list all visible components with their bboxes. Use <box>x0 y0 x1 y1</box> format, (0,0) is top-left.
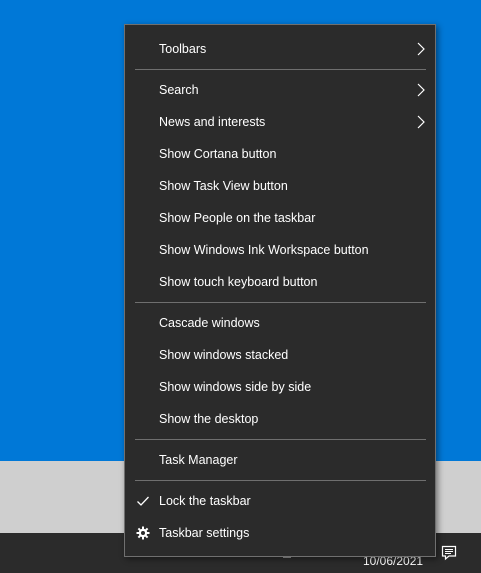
menu-item-label: Show windows side by side <box>159 380 312 394</box>
menu-item-label: Show People on the taskbar <box>159 211 316 225</box>
menu-item-label: Show Windows Ink Workspace button <box>159 243 369 257</box>
menu-separator <box>135 439 426 440</box>
menu-separator <box>135 69 426 70</box>
menu-item-cascade-windows[interactable]: Cascade windows <box>125 307 435 339</box>
taskbar-context-menu: Toolbars Search News and interests Show … <box>124 24 436 557</box>
menu-separator <box>135 302 426 303</box>
menu-item-toolbars[interactable]: Toolbars <box>125 33 435 65</box>
menu-item-label: Show Task View button <box>159 179 288 193</box>
chevron-right-icon <box>417 83 425 97</box>
menu-item-label: Show the desktop <box>159 412 259 426</box>
menu-item-label: Show windows stacked <box>159 348 289 362</box>
menu-item-show-the-desktop[interactable]: Show the desktop <box>125 403 435 435</box>
action-center-icon <box>441 545 457 561</box>
menu-item-show-windows-side-by-side[interactable]: Show windows side by side <box>125 371 435 403</box>
menu-item-show-cortana-button[interactable]: Show Cortana button <box>125 138 435 170</box>
checkmark-icon <box>135 493 151 509</box>
menu-separator <box>135 480 426 481</box>
menu-item-task-manager[interactable]: Task Manager <box>125 444 435 476</box>
menu-item-label: Show touch keyboard button <box>159 275 318 289</box>
menu-item-label: Search <box>159 83 199 97</box>
menu-item-label: Task Manager <box>159 453 238 467</box>
chevron-right-icon <box>417 115 425 129</box>
menu-item-lock-the-taskbar[interactable]: Lock the taskbar <box>125 485 435 517</box>
menu-item-news-and-interests[interactable]: News and interests <box>125 106 435 138</box>
menu-item-show-touch-keyboard[interactable]: Show touch keyboard button <box>125 266 435 298</box>
menu-item-taskbar-settings[interactable]: Taskbar settings <box>125 517 435 549</box>
menu-item-show-people[interactable]: Show People on the taskbar <box>125 202 435 234</box>
menu-item-label: News and interests <box>159 115 266 129</box>
menu-item-search[interactable]: Search <box>125 74 435 106</box>
chevron-right-icon <box>417 42 425 56</box>
menu-item-show-windows-stacked[interactable]: Show windows stacked <box>125 339 435 371</box>
menu-item-label: Toolbars <box>159 42 207 56</box>
menu-item-label: Cascade windows <box>159 316 260 330</box>
gear-icon <box>135 525 151 541</box>
action-center-button[interactable] <box>437 541 461 565</box>
menu-item-label: Lock the taskbar <box>159 494 251 508</box>
menu-item-show-task-view-button[interactable]: Show Task View button <box>125 170 435 202</box>
menu-item-label: Show Cortana button <box>159 147 277 161</box>
menu-item-label: Taskbar settings <box>159 526 250 540</box>
menu-item-show-windows-ink[interactable]: Show Windows Ink Workspace button <box>125 234 435 266</box>
